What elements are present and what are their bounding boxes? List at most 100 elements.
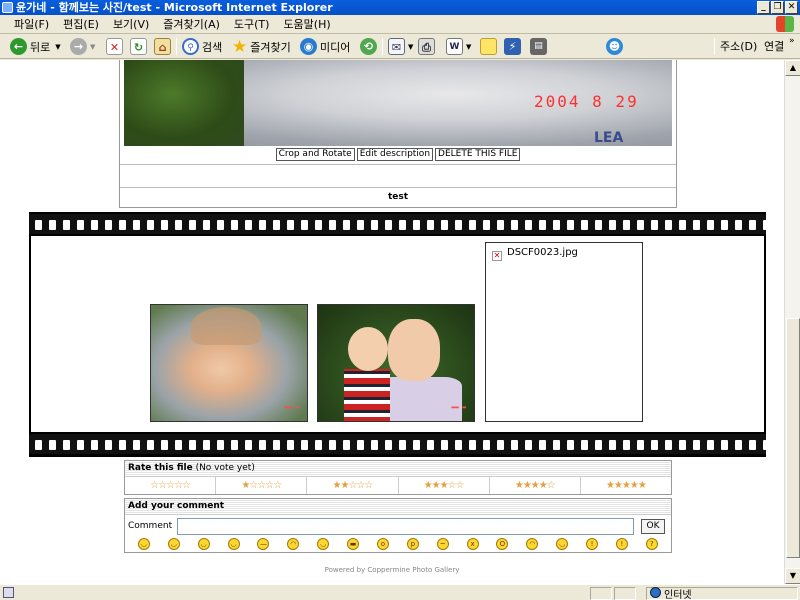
film-perforation (441, 440, 448, 450)
toolbar-chevron-icon[interactable]: » (789, 36, 795, 46)
film-perforation (357, 220, 364, 230)
dropdown-arrow-icon[interactable]: ▼ (90, 43, 95, 51)
film-perforation (231, 220, 238, 230)
smiley-smile-icon[interactable]: ◡ (227, 538, 240, 550)
media-button[interactable]: ◉ 미디어 (300, 37, 350, 56)
delete-file-button[interactable]: DELETE THIS FILE (435, 148, 521, 161)
vertical-scrollbar[interactable]: ▲ ▼ (784, 60, 800, 584)
smiley-happy-icon[interactable]: ◡ (197, 538, 210, 550)
thumbnail-baby[interactable]: ▬▬ ▬ (150, 304, 308, 422)
film-perforation (273, 220, 280, 230)
rate-3-stars[interactable]: ★★★☆☆ (399, 477, 490, 494)
scroll-up-icon[interactable]: ▲ (785, 60, 800, 76)
smiley-sad-icon[interactable]: ◠ (287, 538, 300, 550)
smiley-neutral-icon[interactable]: — (257, 538, 270, 550)
research-button[interactable]: ▤ (530, 37, 550, 56)
comment-input[interactable] (177, 518, 634, 535)
minimize-button[interactable]: _ (757, 1, 770, 14)
smiley-grin-icon[interactable]: ◡ (167, 538, 180, 550)
crop-rotate-button[interactable]: Crop and Rotate (275, 148, 355, 161)
smiley-cool-icon[interactable]: ▬ (347, 538, 360, 550)
menu-tools[interactable]: 도구(T) (234, 16, 270, 32)
smiley-wink-icon[interactable]: ◡ (317, 538, 330, 550)
msn-button[interactable]: ☻ (606, 37, 626, 56)
stop-button[interactable]: ✕ (106, 37, 126, 56)
film-perforation (49, 220, 56, 230)
word-icon: W (446, 38, 463, 55)
back-button[interactable]: ← 뒤로 ▼ (10, 37, 61, 56)
powered-by-link[interactable]: Powered by Coppermine Photo Gallery (0, 566, 784, 574)
film-perforation (63, 440, 70, 450)
smiley-tongue-icon[interactable]: p (406, 538, 419, 550)
film-perforation (175, 440, 182, 450)
edit-description-button[interactable]: Edit description (356, 148, 434, 161)
windows-logo-icon (776, 16, 794, 32)
rate-2-stars[interactable]: ★★☆☆☆ (307, 477, 399, 494)
smiley-laugh-icon[interactable]: ◡ (137, 538, 150, 550)
film-perforation (693, 440, 700, 450)
film-perforation (483, 220, 490, 230)
menu-edit[interactable]: 편집(E) (63, 16, 99, 32)
smiley-surprised-icon[interactable]: o (376, 538, 389, 550)
smiley-confused-icon[interactable]: ~ (436, 538, 449, 550)
smiley-exclaim-icon[interactable]: ! (615, 538, 628, 550)
comment-ok-button[interactable]: OK (641, 519, 665, 534)
messenger-button[interactable]: ⚡ (504, 37, 524, 56)
forward-button[interactable]: → ▼ (70, 37, 95, 56)
search-icon: ⚲ (182, 38, 199, 55)
film-perforation (763, 440, 766, 450)
restore-button[interactable]: ❐ (771, 1, 784, 14)
dropdown-arrow-icon[interactable]: ▼ (408, 43, 413, 51)
address-label[interactable]: 주소(D) (720, 38, 757, 54)
menu-favorites[interactable]: 즐겨찾기(A) (163, 16, 220, 32)
notes-button[interactable] (480, 37, 500, 56)
film-perforation (595, 440, 602, 450)
rate-5-stars[interactable]: ★★★★★ (581, 477, 671, 494)
history-button[interactable]: ⟲ (360, 37, 380, 56)
scroll-thumb[interactable] (786, 318, 800, 558)
edit-button[interactable]: W ▼ (446, 37, 471, 56)
thumbnail-father-baby[interactable]: ▬▬ ▬ (317, 304, 475, 422)
search-button[interactable]: ⚲ 검색 (182, 37, 222, 56)
smiley-angry-icon[interactable]: ◠ (526, 538, 539, 550)
favorites-button[interactable]: ★ 즐겨찾기 (232, 37, 291, 57)
smiley-idea-icon[interactable]: ! (586, 538, 599, 550)
dropdown-arrow-icon[interactable]: ▼ (466, 43, 471, 51)
thumbnail-missing[interactable]: ✕ DSCF0023.jpg (485, 242, 643, 422)
film-perforation (189, 440, 196, 450)
film-perforation (665, 220, 672, 230)
menu-view[interactable]: 보기(V) (113, 16, 149, 32)
film-perforation (329, 220, 336, 230)
title-bar: 윤가네 - 함께보는 사진/test - Microsoft Internet … (0, 0, 800, 15)
menu-help[interactable]: 도움말(H) (283, 16, 330, 32)
print-button[interactable]: ⎙ (418, 37, 438, 56)
film-perforations-bottom (29, 434, 766, 454)
film-perforation (441, 220, 448, 230)
smiley-question-icon[interactable]: ? (645, 538, 658, 550)
comment-panel: Add your comment Comment OK ◡ ◡ ◡ ◡ — ◠ … (124, 498, 672, 553)
film-perforation (217, 440, 224, 450)
film-perforation (749, 440, 756, 450)
film-perforation (581, 220, 588, 230)
main-photo[interactable]: 2004 8 29 LEA (124, 60, 672, 146)
dropdown-arrow-icon[interactable]: ▼ (55, 43, 60, 51)
smiley-shocked-icon[interactable]: O (496, 538, 509, 550)
menu-bar: 파일(F) 편집(E) 보기(V) 즐겨찾기(A) 도구(T) 도움말(H) (0, 15, 800, 34)
rate-0-stars[interactable]: ☆☆☆☆☆ (125, 477, 217, 494)
film-perforation (301, 220, 308, 230)
close-button[interactable]: ✕ (785, 1, 798, 14)
home-button[interactable]: ⌂ (154, 37, 174, 56)
scroll-down-icon[interactable]: ▼ (785, 568, 800, 584)
menu-file[interactable]: 파일(F) (14, 16, 49, 32)
film-perforation (231, 440, 238, 450)
film-perforation (721, 440, 728, 450)
smiley-dizzy-icon[interactable]: x (466, 538, 479, 550)
mail-button[interactable]: ✉ ▼ (388, 37, 413, 56)
rate-4-stars[interactable]: ★★★★☆ (490, 477, 581, 494)
refresh-button[interactable]: ↻ (130, 37, 150, 56)
rate-1-star[interactable]: ★☆☆☆☆ (216, 477, 308, 494)
film-perforation (553, 220, 560, 230)
smiley-rolleyes-icon[interactable]: ◡ (556, 538, 569, 550)
favorites-label: 즐겨찾기 (250, 40, 291, 54)
links-label[interactable]: 연결 (764, 38, 784, 54)
